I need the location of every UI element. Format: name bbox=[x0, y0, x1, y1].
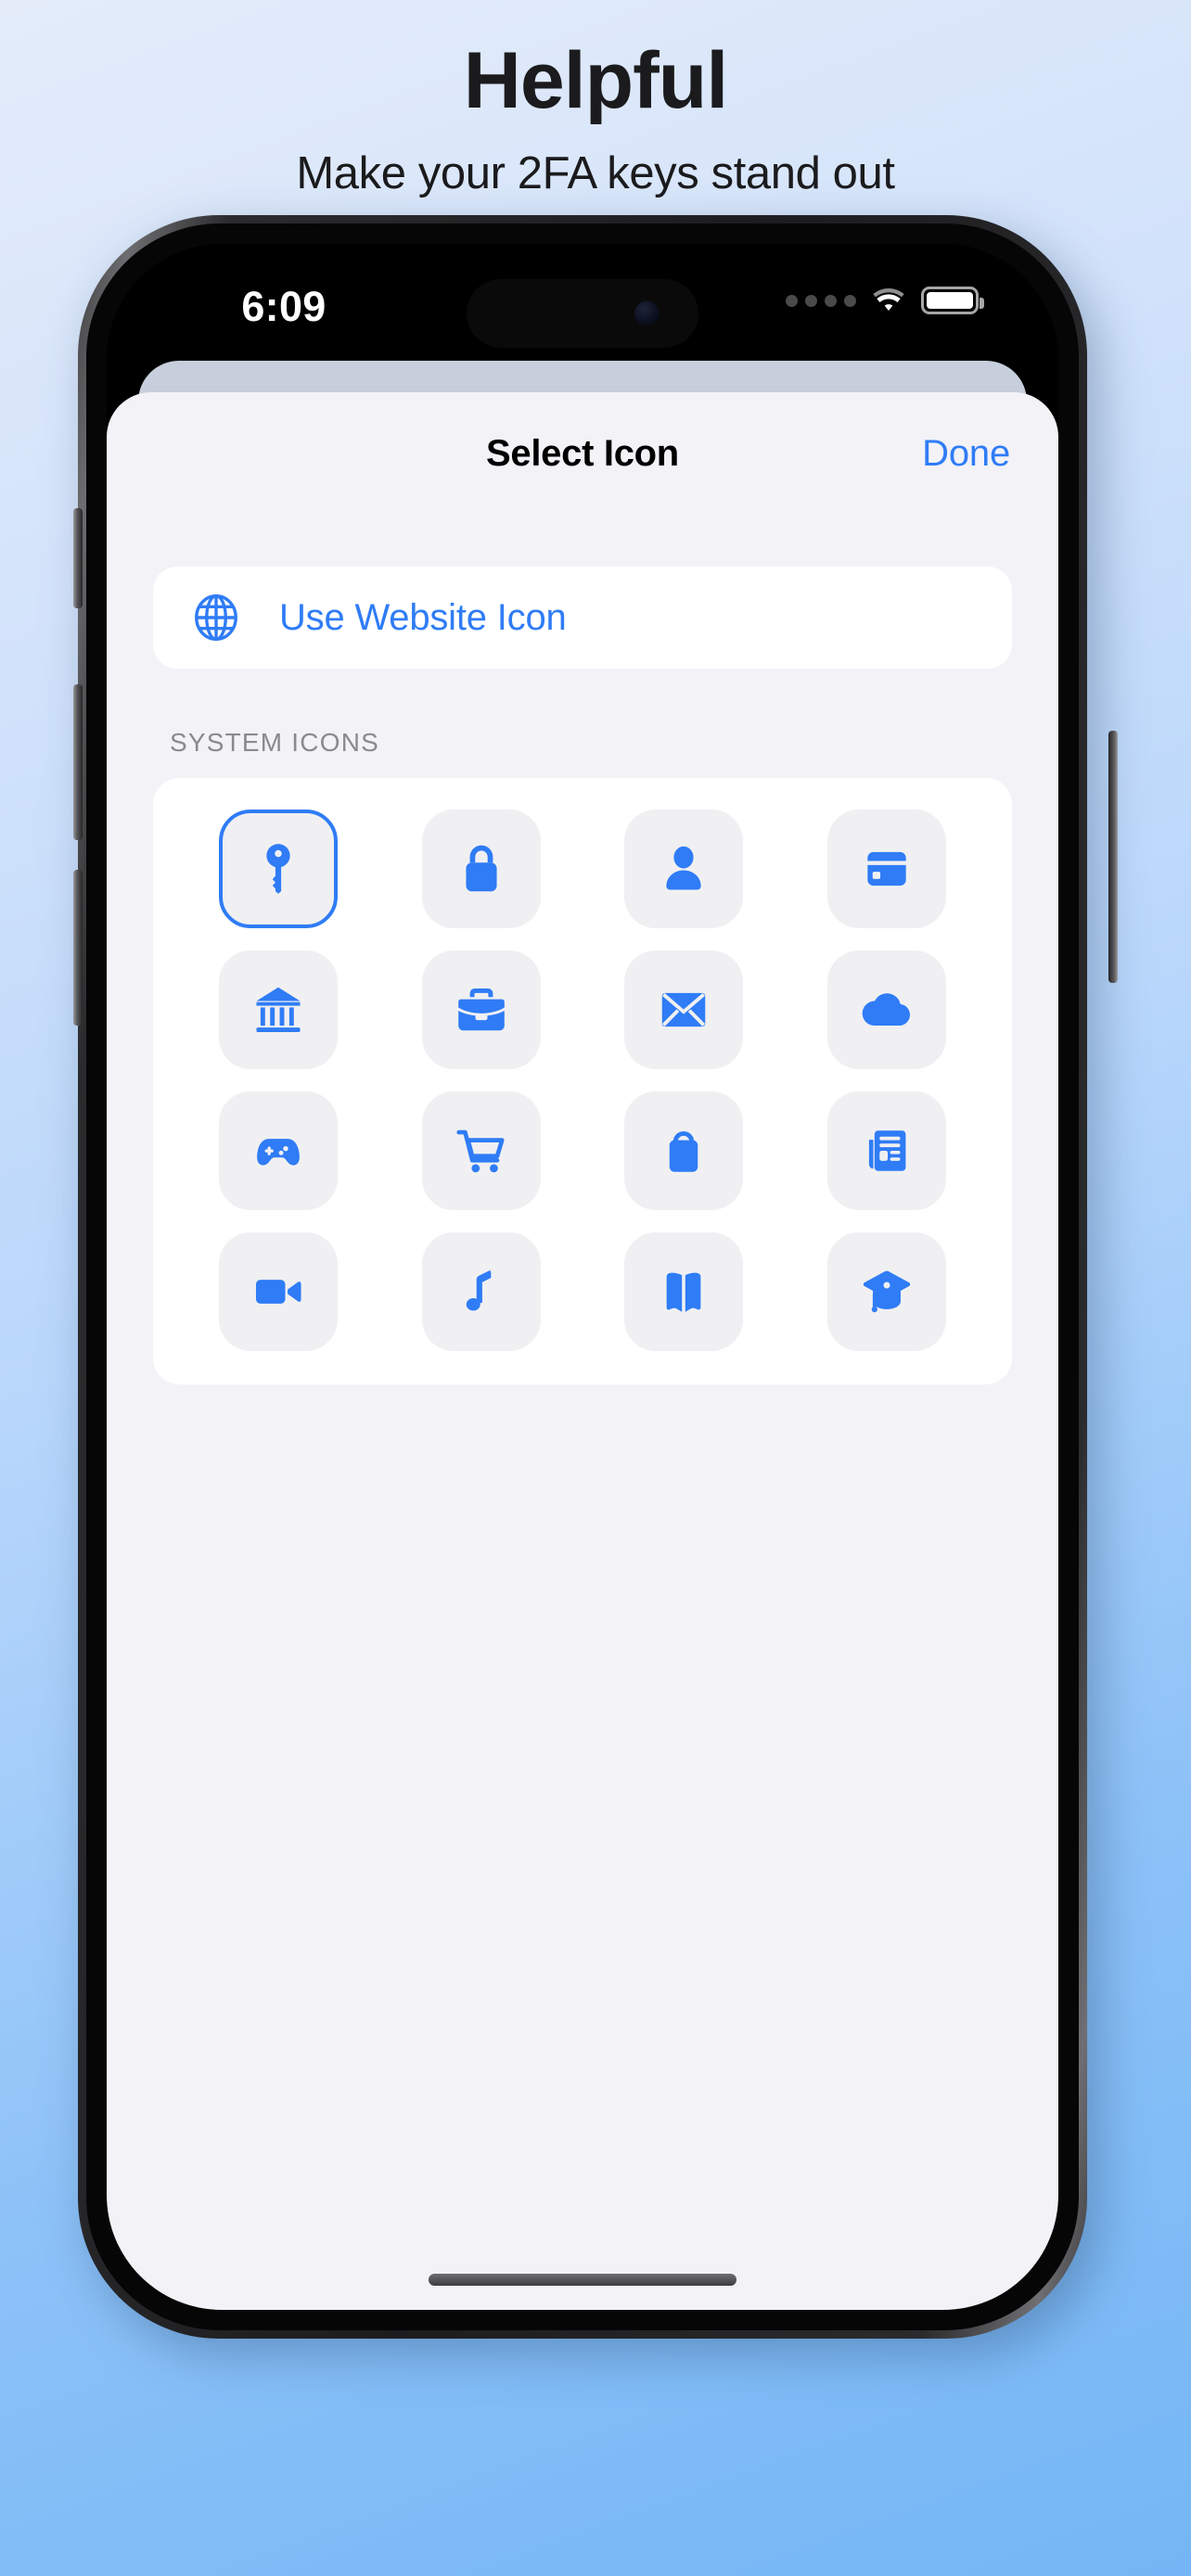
shopping-bag-icon bbox=[670, 1130, 698, 1172]
envelope-icon bbox=[662, 992, 706, 1027]
system-icons-grid bbox=[177, 810, 988, 1351]
use-website-icon-row[interactable]: Use Website Icon bbox=[153, 567, 1012, 669]
icon-option-envelope[interactable] bbox=[624, 950, 744, 1069]
sheet-navbar: Select Icon Done bbox=[107, 392, 1058, 505]
volume-up-button[interactable] bbox=[73, 684, 83, 840]
phone-body: 6:09 Select Icon Done Use Website Icon S… bbox=[86, 223, 1079, 2330]
icon-option-music-note[interactable] bbox=[421, 1232, 541, 1351]
icon-option-shopping-cart[interactable] bbox=[421, 1091, 541, 1210]
credit-card-icon bbox=[867, 851, 906, 886]
status-bar-time: 6:09 bbox=[241, 283, 327, 330]
video-camera-icon bbox=[256, 1280, 301, 1304]
system-icons-section-header: SYSTEM ICONS bbox=[170, 728, 379, 757]
home-indicator[interactable] bbox=[429, 2274, 736, 2286]
phone-screen: 6:09 Select Icon Done Use Website Icon S… bbox=[107, 244, 1058, 2310]
icon-option-person[interactable] bbox=[624, 810, 744, 928]
promo-header: Helpful Make your 2FA keys stand out bbox=[0, 0, 1191, 199]
icon-option-video-camera[interactable] bbox=[219, 1232, 339, 1351]
icon-option-credit-card[interactable] bbox=[826, 810, 946, 928]
promo-title: Helpful bbox=[463, 36, 728, 125]
wifi-icon bbox=[873, 288, 904, 311]
icon-option-gamepad[interactable] bbox=[219, 1091, 339, 1210]
bank-icon bbox=[256, 987, 301, 1033]
icon-option-newspaper[interactable] bbox=[826, 1091, 946, 1210]
system-icons-card bbox=[153, 778, 1012, 1384]
front-camera-icon bbox=[634, 300, 660, 326]
action-button[interactable] bbox=[73, 508, 83, 608]
globe-icon bbox=[195, 593, 237, 642]
icon-option-cloud[interactable] bbox=[826, 950, 946, 1069]
cellular-dots-icon bbox=[786, 294, 856, 307]
status-bar: 6:09 bbox=[107, 244, 1058, 366]
person-icon bbox=[666, 846, 701, 890]
phone-mockup: 6:09 Select Icon Done Use Website Icon S… bbox=[73, 215, 1118, 2359]
key-icon bbox=[266, 844, 290, 894]
icon-option-bank[interactable] bbox=[219, 950, 339, 1069]
volume-down-button[interactable] bbox=[73, 870, 83, 1026]
sheet-title: Select Icon bbox=[486, 433, 679, 474]
newspaper-icon bbox=[868, 1130, 906, 1171]
icon-option-briefcase[interactable] bbox=[421, 950, 541, 1069]
icon-option-key[interactable] bbox=[219, 810, 339, 928]
cloud-icon bbox=[862, 993, 910, 1027]
music-note-icon bbox=[466, 1269, 492, 1311]
done-button[interactable]: Done bbox=[922, 433, 1010, 475]
select-icon-sheet: Select Icon Done Use Website Icon SYSTEM… bbox=[107, 392, 1058, 2310]
icon-option-shopping-bag[interactable] bbox=[624, 1091, 744, 1210]
promo-subtitle: Make your 2FA keys stand out bbox=[296, 147, 895, 198]
status-bar-indicators bbox=[786, 287, 984, 314]
power-button[interactable] bbox=[1108, 731, 1118, 983]
icon-option-book[interactable] bbox=[624, 1232, 744, 1351]
lock-icon bbox=[466, 845, 497, 892]
book-icon bbox=[666, 1272, 701, 1312]
briefcase-icon bbox=[457, 988, 505, 1031]
battery-full-icon bbox=[921, 287, 984, 314]
icon-option-lock[interactable] bbox=[421, 810, 541, 928]
use-website-icon-label: Use Website Icon bbox=[279, 596, 567, 638]
gamepad-icon bbox=[257, 1139, 301, 1166]
dynamic-island bbox=[467, 279, 698, 348]
icon-option-graduation-cap[interactable] bbox=[826, 1232, 946, 1351]
shopping-cart-icon bbox=[456, 1129, 505, 1173]
graduation-cap-icon bbox=[863, 1270, 910, 1313]
